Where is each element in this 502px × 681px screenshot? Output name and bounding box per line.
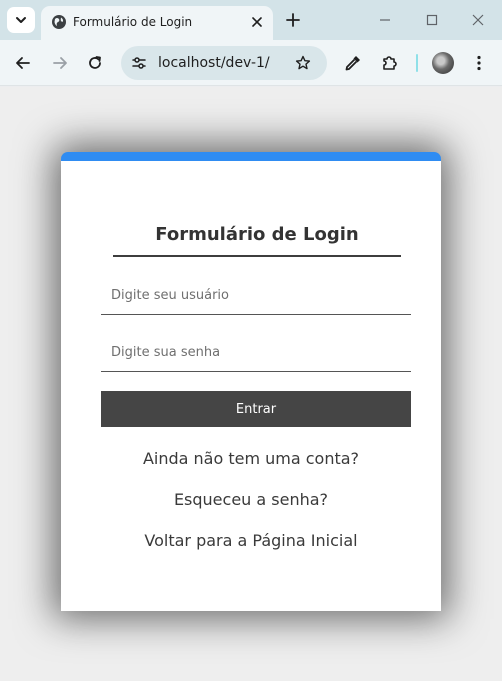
- tab-title: Formulário de Login: [73, 15, 193, 29]
- more-vertical-icon: [477, 55, 481, 71]
- back-button[interactable]: [12, 52, 34, 74]
- maximize-icon: [426, 14, 438, 26]
- url-text[interactable]: localhost/dev-1/: [158, 55, 270, 71]
- tab-close-button[interactable]: [247, 12, 267, 32]
- login-card: Formulário de Login Entrar Ainda não tem…: [61, 152, 441, 611]
- star-icon: [295, 55, 311, 70]
- profile-avatar[interactable]: [432, 52, 454, 74]
- toolbar-divider: [416, 54, 418, 72]
- arrow-right-icon: [53, 57, 67, 69]
- menu-button[interactable]: [468, 52, 490, 74]
- tune-icon: [132, 57, 146, 69]
- tab-bar: Formulário de Login: [0, 0, 502, 40]
- close-icon: [252, 17, 262, 27]
- close-icon: [472, 14, 484, 26]
- password-input[interactable]: [101, 334, 411, 372]
- window-close-button[interactable]: [466, 8, 490, 32]
- minimize-icon: [380, 19, 390, 21]
- tab-search-button[interactable]: [7, 7, 35, 33]
- eyedropper-icon: [345, 56, 360, 71]
- arrow-left-icon: [16, 57, 30, 69]
- bookmark-button[interactable]: [292, 52, 314, 74]
- eyedropper-button[interactable]: [342, 52, 364, 74]
- chevron-down-icon: [16, 17, 26, 23]
- login-button[interactable]: Entrar: [101, 391, 411, 427]
- home-link[interactable]: Voltar para a Página Inicial: [61, 531, 441, 551]
- extensions-button[interactable]: [379, 52, 401, 74]
- signup-link[interactable]: Ainda não tem uma conta?: [61, 449, 441, 469]
- puzzle-icon: [383, 56, 397, 70]
- reload-icon: [89, 56, 101, 69]
- plus-icon: [286, 13, 300, 27]
- reload-button[interactable]: [84, 52, 106, 74]
- maximize-button[interactable]: [420, 8, 444, 32]
- new-tab-button[interactable]: [282, 9, 304, 31]
- address-bar[interactable]: localhost/dev-1/: [121, 46, 327, 80]
- forward-button[interactable]: [49, 52, 71, 74]
- username-input[interactable]: [101, 277, 411, 315]
- page-viewport: Formulário de Login Entrar Ainda não tem…: [0, 87, 502, 681]
- minimize-button[interactable]: [373, 8, 397, 32]
- forgot-password-link[interactable]: Esqueceu a senha?: [61, 490, 441, 510]
- browser-toolbar: localhost/dev-1/: [0, 40, 502, 86]
- active-tab[interactable]: Formulário de Login: [41, 6, 273, 40]
- globe-icon: [52, 15, 66, 29]
- site-info-button[interactable]: [127, 51, 151, 75]
- page-title: Formulário de Login: [113, 223, 401, 257]
